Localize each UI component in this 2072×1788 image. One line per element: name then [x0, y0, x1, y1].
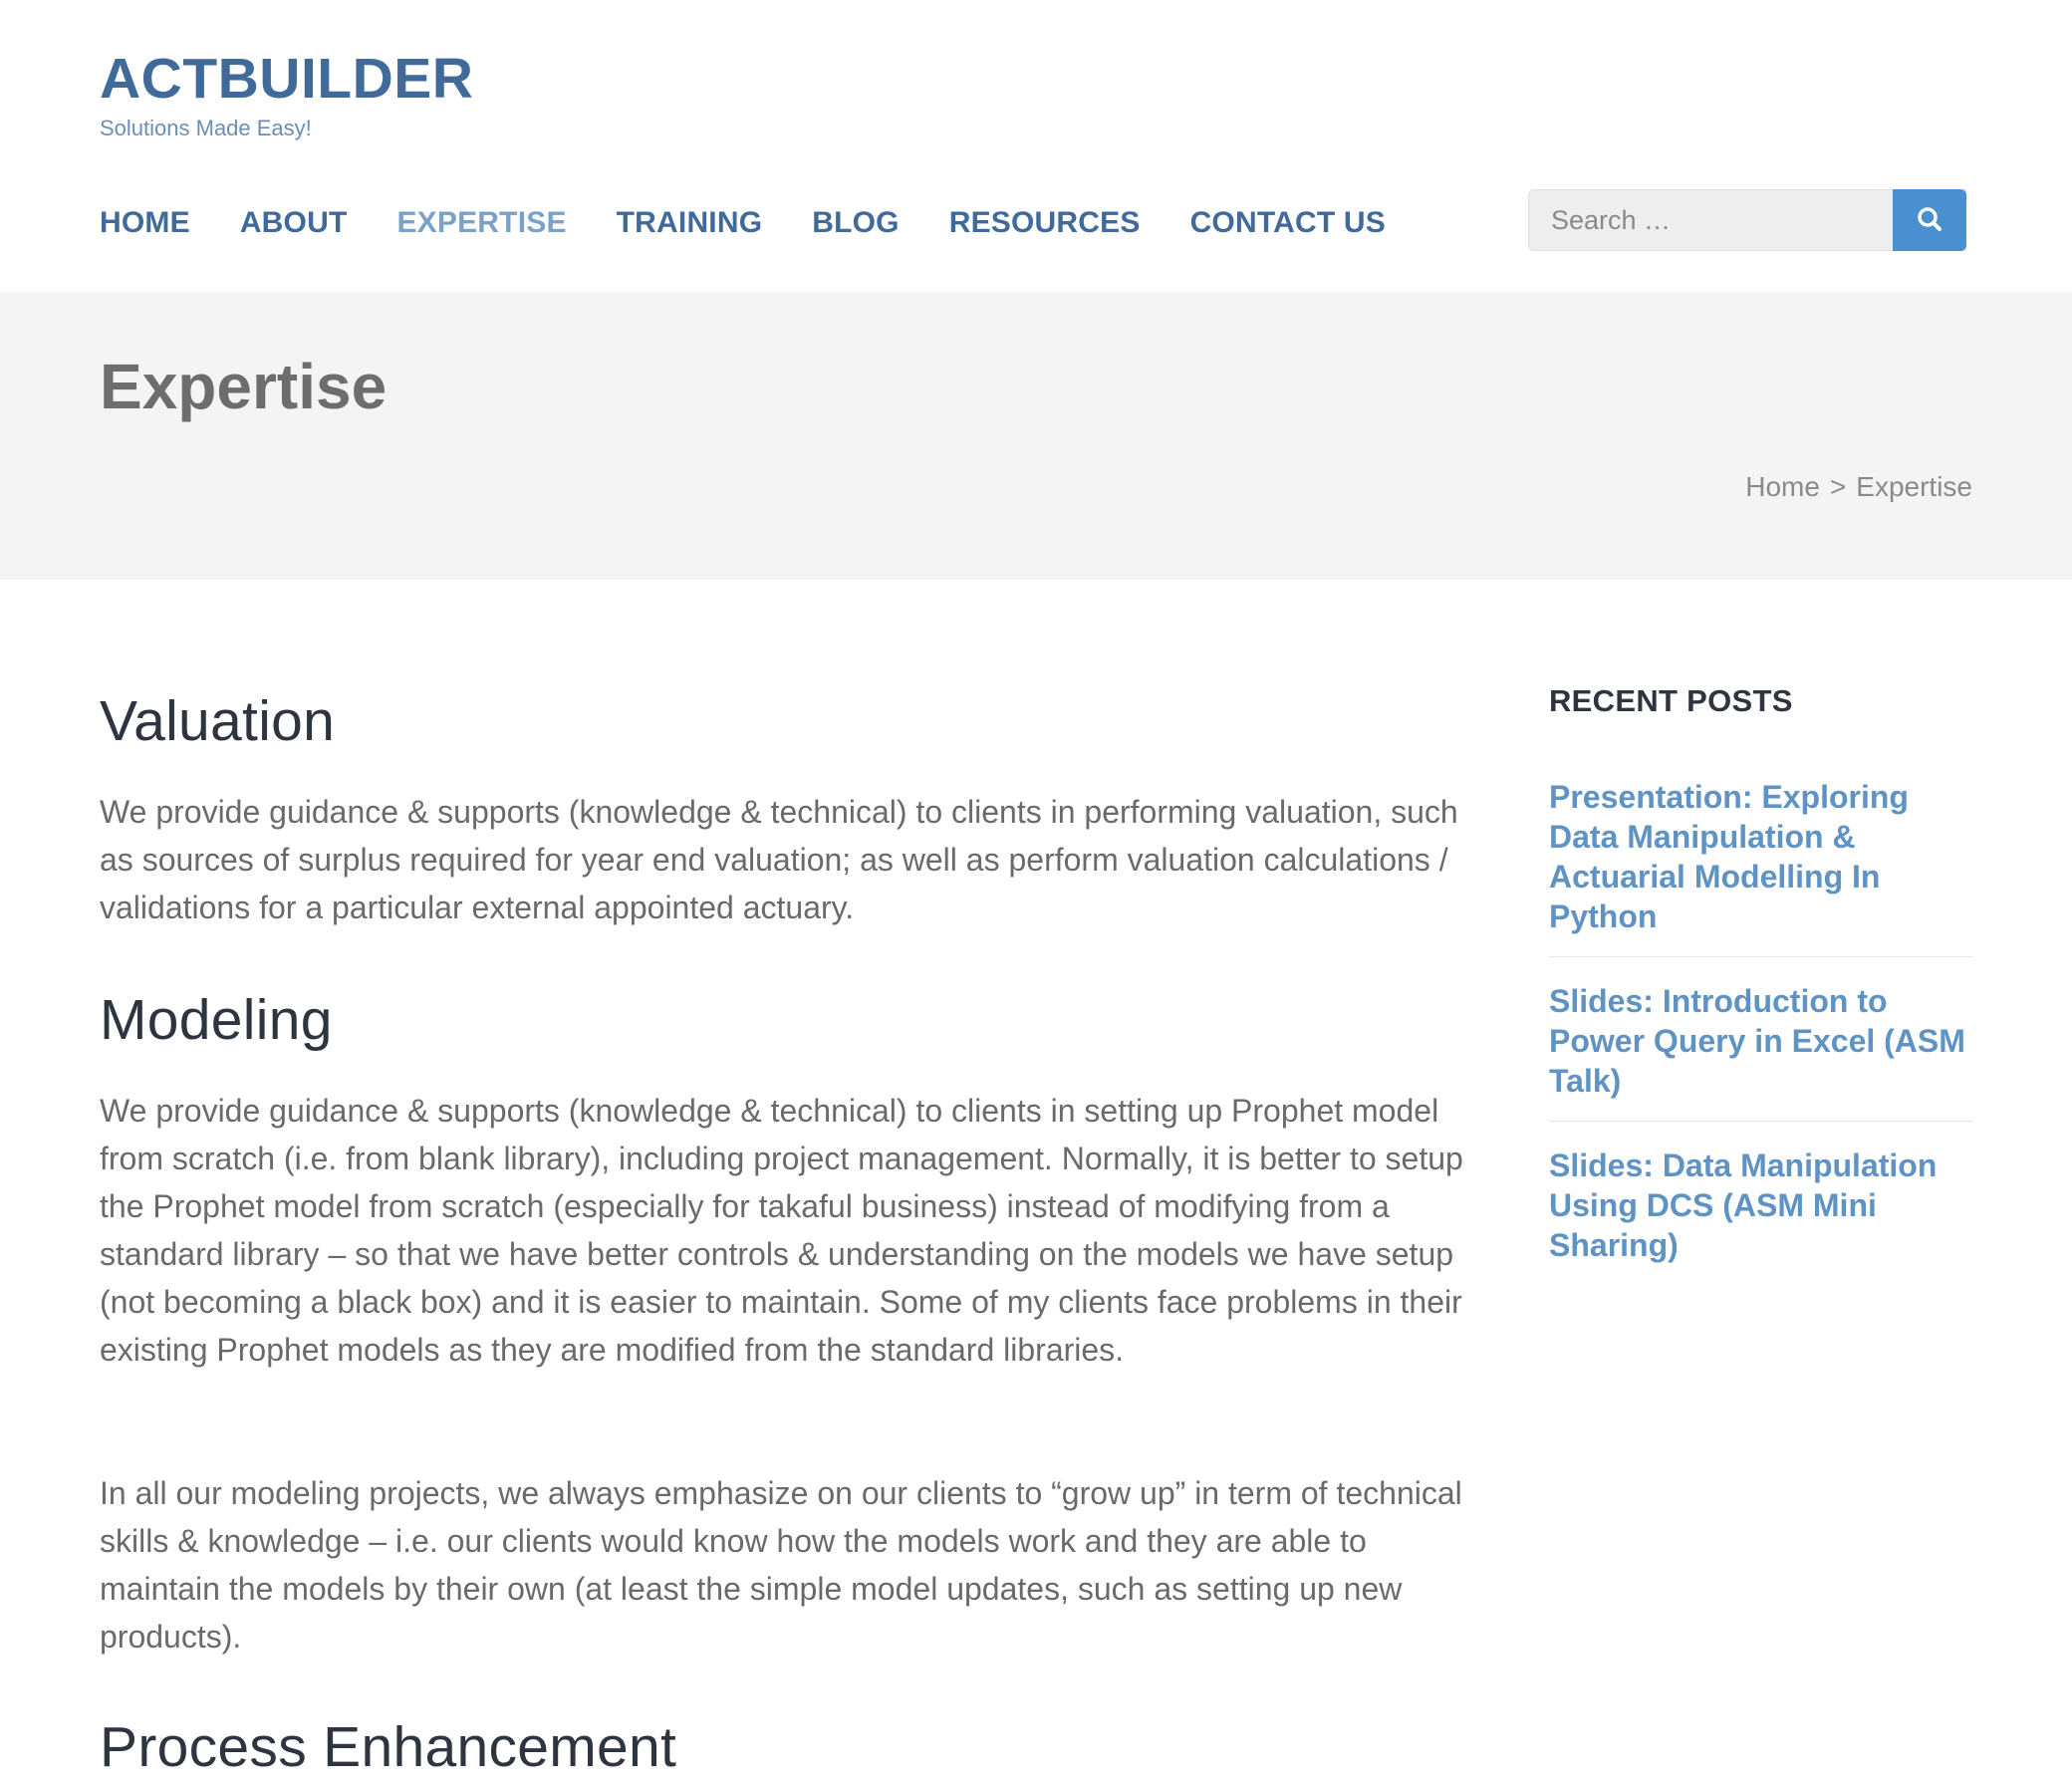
search-button[interactable]: [1893, 189, 1966, 251]
list-item: Slides: Introduction to Power Query in E…: [1549, 977, 1972, 1122]
recent-post-link[interactable]: Slides: Data Manipulation Using DCS (ASM…: [1549, 1146, 1972, 1265]
section-heading-valuation: Valuation: [100, 689, 336, 753]
nav-item-about[interactable]: ABOUT: [240, 199, 348, 247]
breadcrumb-current: Expertise: [1856, 471, 1972, 502]
main-nav: HOME ABOUT EXPERTISE TRAINING BLOG RESOU…: [100, 199, 1435, 247]
recent-post-link[interactable]: Slides: Introduction to Power Query in E…: [1549, 981, 1972, 1101]
section-text-modeling-2: In all our modeling projects, we always …: [100, 1475, 1462, 1655]
page-title: Expertise: [100, 351, 388, 422]
breadcrumb: Home > Expertise: [1745, 469, 1972, 505]
nav-item-expertise[interactable]: EXPERTISE: [396, 199, 566, 247]
nav-item-blog[interactable]: BLOG: [812, 199, 899, 247]
section-text-valuation: We provide guidance & supports (knowledg…: [100, 794, 1458, 925]
recent-posts-list: Presentation: Exploring Data Manipulatio…: [1549, 773, 1972, 1305]
nav-item-contact-us[interactable]: CONTACT US: [1190, 199, 1386, 247]
section-text-modeling-1: We provide guidance & supports (knowledg…: [100, 1093, 1463, 1368]
breadcrumb-separator: >: [1829, 471, 1847, 502]
nav-item-resources[interactable]: RESOURCES: [949, 199, 1141, 247]
recent-post-link[interactable]: Presentation: Exploring Data Manipulatio…: [1549, 777, 1972, 936]
list-item: Presentation: Exploring Data Manipulatio…: [1549, 773, 1972, 957]
recent-posts-title: RECENT POSTS: [1549, 683, 1793, 718]
search-icon: [1916, 205, 1943, 236]
section-heading-process-enhancement: Process Enhancement: [100, 1715, 677, 1779]
site-logo-title[interactable]: ACTBUILDER: [100, 45, 473, 113]
site-header: ACTBUILDER Solutions Made Easy! HOME ABO…: [0, 0, 2072, 292]
list-item: Slides: Data Manipulation Using DCS (ASM…: [1549, 1142, 1972, 1285]
nav-item-home[interactable]: HOME: [100, 199, 190, 247]
page-title-band: Expertise Home > Expertise: [0, 292, 2072, 580]
site-tagline: Solutions Made Easy!: [100, 116, 312, 140]
breadcrumb-home-link[interactable]: Home: [1745, 471, 1820, 502]
nav-item-training[interactable]: TRAINING: [617, 199, 763, 247]
section-heading-modeling: Modeling: [100, 988, 333, 1052]
